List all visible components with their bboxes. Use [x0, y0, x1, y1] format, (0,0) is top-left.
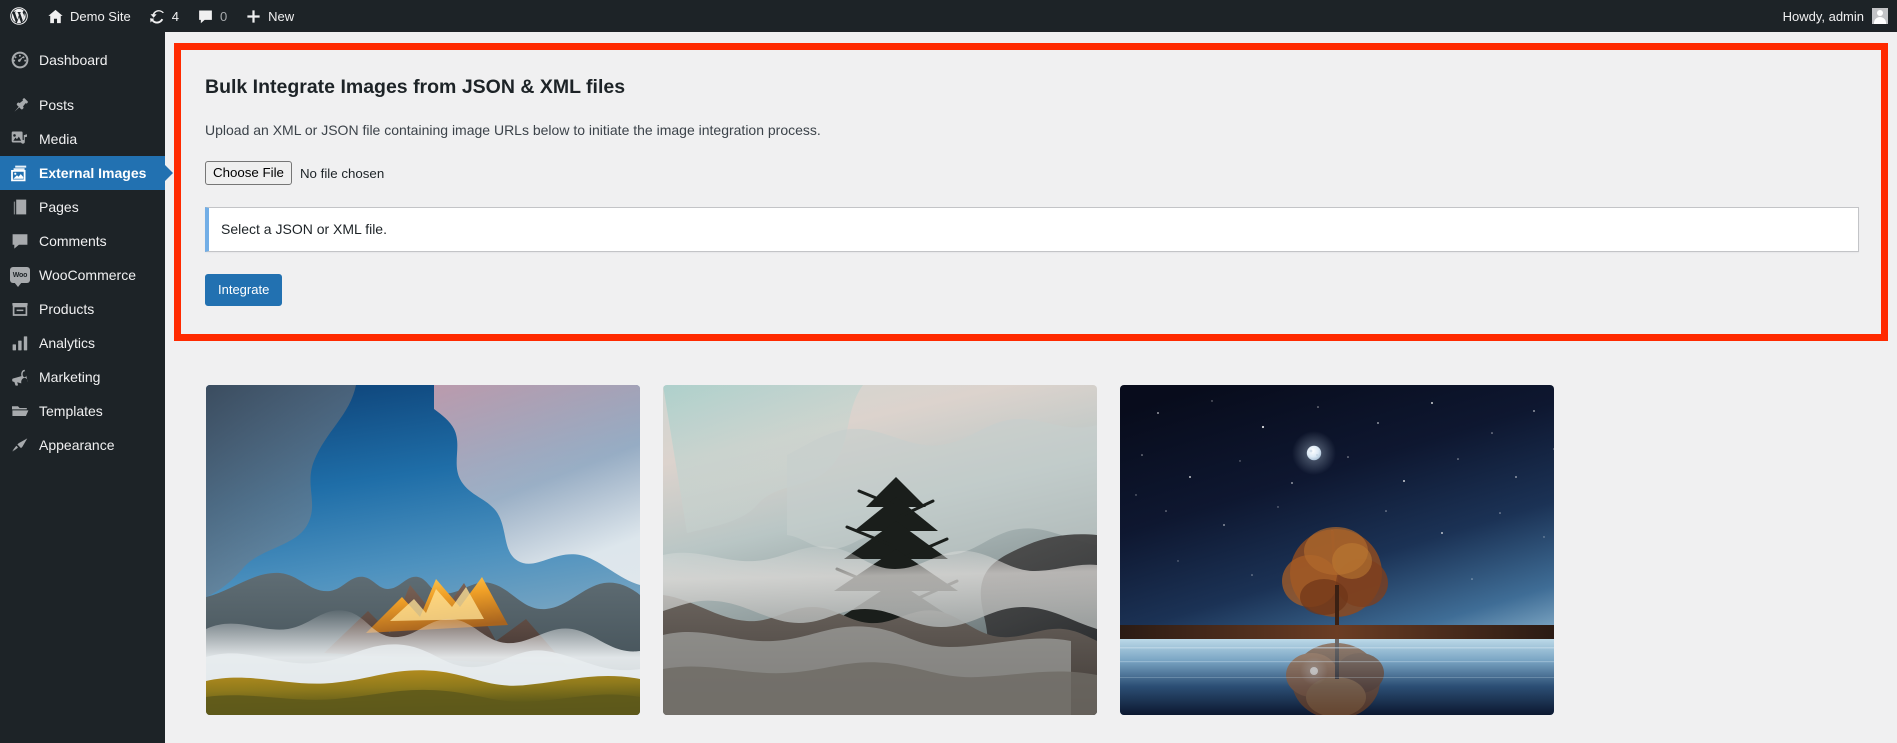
sidebar-item-label: External Images: [39, 165, 147, 181]
updates-icon: [149, 8, 166, 25]
paintbrush-icon: [10, 435, 30, 455]
plus-icon: [245, 8, 262, 25]
menu-spacer-top: [0, 32, 165, 43]
pushpin-icon: [10, 95, 30, 115]
menu-separator-1: [0, 77, 165, 88]
choose-file-button[interactable]: Choose File: [205, 161, 292, 186]
starry-night-tree-reflection-thumbnail[interactable]: [1120, 385, 1554, 715]
sidebar-item-templates[interactable]: Templates: [0, 394, 165, 428]
sidebar-item-label: Templates: [39, 403, 103, 419]
sidebar-item-posts[interactable]: Posts: [0, 88, 165, 122]
integrate-button[interactable]: Integrate: [205, 274, 283, 307]
sidebar-item-products[interactable]: Products: [0, 292, 165, 326]
updates-count: 4: [171, 8, 179, 24]
comments-menu[interactable]: 0: [188, 0, 236, 32]
sidebar-item-label: Marketing: [39, 369, 101, 385]
sidebar-item-dashboard[interactable]: Dashboard: [0, 43, 165, 77]
page-title: Bulk Integrate Images from JSON & XML fi…: [205, 76, 626, 98]
site-name-menu[interactable]: Demo Site: [38, 0, 140, 32]
user-avatar-icon: [1872, 8, 1888, 24]
image-gallery: [206, 385, 1888, 715]
dashboard-gauge-icon: [10, 50, 30, 70]
woocommerce-icon: Woo: [10, 265, 30, 287]
sidebar-item-label: Analytics: [39, 335, 96, 351]
howdy-label: Howdy, admin: [1782, 8, 1864, 24]
page-description: Upload an XML or JSON file containing im…: [205, 122, 821, 139]
products-box-icon: [10, 299, 30, 319]
bar-chart-icon: [10, 333, 30, 353]
new-content-menu[interactable]: New: [236, 0, 303, 32]
sidebar-item-label: Dashboard: [39, 52, 108, 68]
file-upload-row: Choose File No file chosen: [205, 161, 1859, 186]
wordpress-logo-icon: [9, 6, 29, 26]
main-content-area: Bulk Integrate Images from JSON & XML fi…: [165, 32, 1897, 743]
sidebar-item-woocommerce[interactable]: Woo WooCommerce: [0, 258, 165, 292]
admin-sidebar-menu: Dashboard Posts Media External Images Pa…: [0, 32, 173, 743]
sidebar-item-comments[interactable]: Comments: [0, 224, 165, 258]
mountain-sunrise-thumbnail[interactable]: [206, 385, 640, 715]
status-notice: Select a JSON or XML file.: [205, 207, 1859, 253]
sidebar-item-analytics[interactable]: Analytics: [0, 326, 165, 360]
sidebar-item-label: WooCommerce: [39, 267, 136, 283]
comments-count: 0: [219, 8, 228, 24]
sidebar-item-media[interactable]: Media: [0, 122, 165, 156]
file-chosen-status: No file chosen: [299, 165, 385, 181]
images-stack-icon: [10, 163, 30, 183]
sidebar-item-label: Media: [39, 131, 78, 147]
media-photo-note-icon: [10, 129, 30, 149]
sidebar-item-label: Pages: [39, 199, 79, 215]
sidebar-item-appearance[interactable]: Appearance: [0, 428, 165, 462]
my-account-menu[interactable]: Howdy, admin: [1774, 0, 1897, 32]
site-name-label: Demo Site: [70, 8, 131, 24]
notice-text: Select a JSON or XML file.: [221, 221, 387, 238]
sidebar-item-label: Products: [39, 301, 95, 317]
foggy-pine-mountain-thumbnail[interactable]: [663, 385, 1097, 715]
pages-icon: [10, 197, 30, 217]
new-content-label: New: [268, 8, 295, 24]
sidebar-item-external-images[interactable]: External Images: [0, 156, 173, 190]
sidebar-item-marketing[interactable]: Marketing: [0, 360, 165, 394]
sidebar-item-label: Posts: [39, 97, 75, 113]
bulk-integrate-panel-highlighted: Bulk Integrate Images from JSON & XML fi…: [174, 43, 1888, 341]
updates-menu[interactable]: 4: [140, 0, 188, 32]
sidebar-item-pages[interactable]: Pages: [0, 190, 165, 224]
sidebar-item-label: Comments: [39, 233, 107, 249]
comment-bubble-icon: [197, 8, 214, 25]
bulk-integrate-panel: Bulk Integrate Images from JSON & XML fi…: [181, 50, 1881, 334]
comment-bubble-icon: [10, 231, 30, 251]
folder-open-icon: [10, 401, 30, 421]
admin-bar: Demo Site 4 0 New Howdy, admin: [0, 0, 1897, 32]
sidebar-item-label: Appearance: [39, 437, 115, 453]
home-icon: [47, 8, 64, 25]
wordpress-logo-menu[interactable]: [0, 0, 38, 32]
megaphone-icon: [10, 367, 30, 387]
